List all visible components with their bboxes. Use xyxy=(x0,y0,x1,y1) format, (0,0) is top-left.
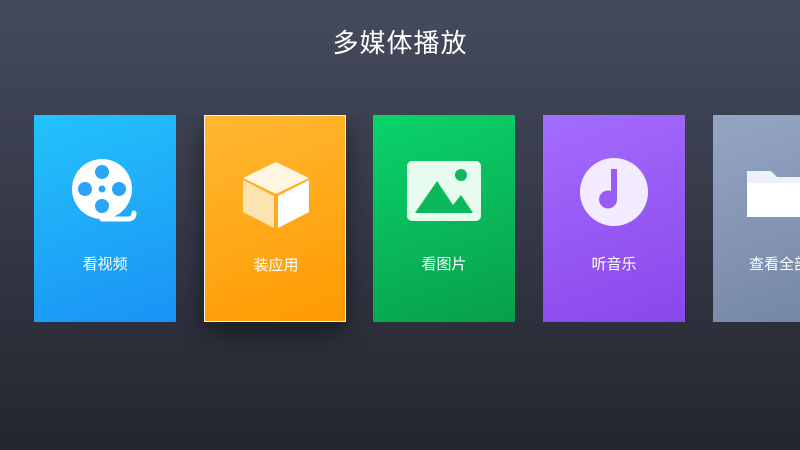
box-icon xyxy=(239,156,313,230)
page-title: 多媒体播放 xyxy=(332,29,468,59)
tile-label: 听音乐 xyxy=(591,255,637,273)
tile-label: 查看全部 xyxy=(748,255,800,273)
picture-icon xyxy=(407,155,481,229)
music-disc-icon xyxy=(577,155,651,229)
tile-view-all[interactable]: 查看全部 xyxy=(713,115,800,322)
tile-install-apps[interactable]: 装应用 xyxy=(204,115,346,322)
tile-listen-music[interactable]: 听音乐 xyxy=(543,115,685,322)
tile-label: 装应用 xyxy=(253,256,299,274)
tile-watch-video[interactable]: 看视频 xyxy=(34,115,176,322)
tile-label: 看图片 xyxy=(421,255,467,273)
tile-label: 看视频 xyxy=(82,255,128,273)
tile-view-photos[interactable]: 看图片 xyxy=(373,115,515,322)
media-tiles-row: 看视频 装应用 看图片 听音乐 查看全 xyxy=(0,115,800,355)
folder-icon xyxy=(747,155,800,229)
film-reel-icon xyxy=(68,155,142,229)
